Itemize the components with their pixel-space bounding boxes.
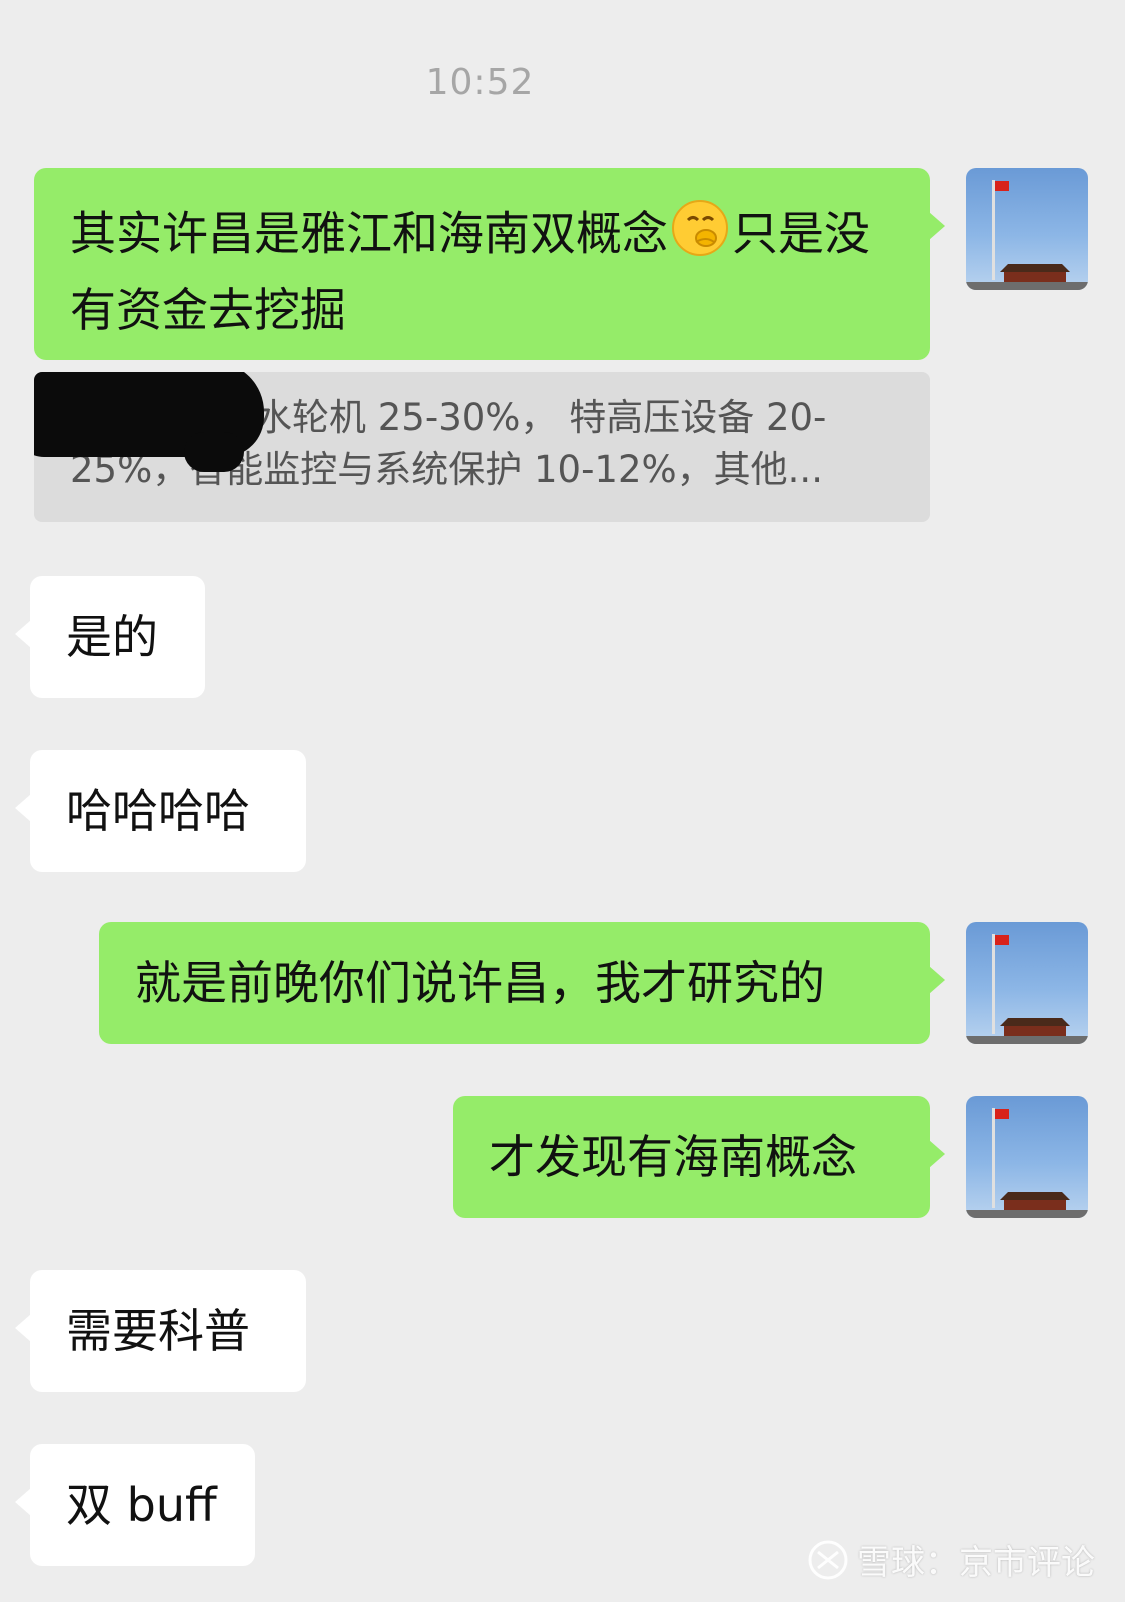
message-text: 才发现有海南概念 [489, 1130, 857, 1184]
tiananmen-flag-icon [966, 1108, 1088, 1218]
snowball-logo-icon [808, 1540, 848, 1579]
tiananmen-flag-icon [966, 934, 1088, 1044]
message-text: 其实许昌是雅江和海南双概念 [70, 206, 668, 261]
their-message-bubble[interactable]: 需要科普 [15, 1270, 306, 1392]
watermark-text: 雪球：京市评论 [857, 1543, 1095, 1583]
my-avatar[interactable] [966, 168, 1088, 290]
my-message-bubble[interactable]: 就是前晚你们说许昌，我才研究的 [99, 922, 945, 1044]
timestamp: 10:52 [425, 62, 535, 103]
watermark: 雪球：京市评论 [807, 1535, 1095, 1584]
quoted-message[interactable]: 电站设备：水轮机 25-30%， 特高压设备 20-25%，智能监控与系统保护 … [34, 372, 930, 522]
their-message-bubble[interactable]: 双 buff [15, 1444, 255, 1566]
their-message-bubble[interactable]: 哈哈哈哈 [15, 750, 306, 872]
my-avatar[interactable] [966, 1096, 1088, 1218]
thinking-emoji-icon [670, 198, 730, 276]
tiananmen-flag-icon [966, 180, 1088, 290]
message-text: 哈哈哈哈 [66, 784, 250, 838]
my-avatar[interactable] [966, 922, 1088, 1044]
redaction-mark [184, 432, 244, 472]
message-text: 需要科普 [66, 1304, 250, 1358]
my-message-bubble[interactable]: 其实许昌是雅江和海南双概念 只是没有资金去挖掘 [34, 168, 945, 360]
message-text: 就是前晚你们说许昌，我才研究的 [135, 956, 825, 1010]
message-text: 双 buff [66, 1478, 217, 1532]
message-text: 是的 [66, 610, 158, 664]
my-message-bubble[interactable]: 才发现有海南概念 [453, 1096, 945, 1218]
their-message-bubble[interactable]: 是的 [15, 576, 205, 698]
